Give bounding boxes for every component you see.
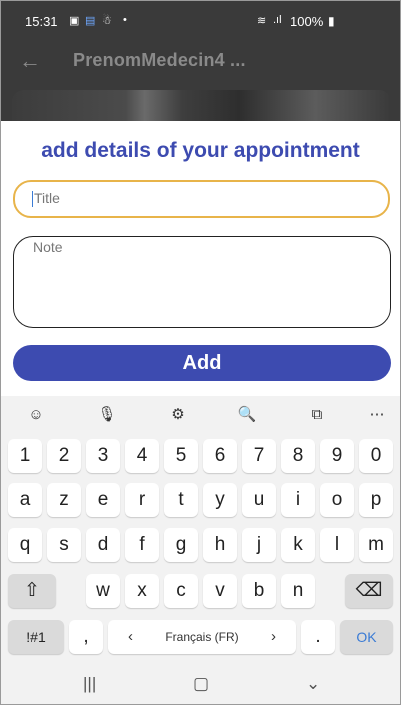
key-s[interactable]: s (47, 528, 81, 562)
back-nav-icon[interactable]: ⌄ (306, 674, 320, 694)
key-q[interactable]: q (8, 528, 42, 562)
key-n[interactable]: n (281, 574, 315, 608)
phone-screen: 15:31 ▣ ▤ ☃ • ≋ .ıl 100% ▮ ← PrenomMedec… (0, 0, 401, 705)
person-icon: ☃ (102, 15, 112, 27)
key-y[interactable]: y (203, 483, 237, 517)
key-4[interactable]: 4 (125, 439, 159, 473)
shift-key[interactable]: ⇧ (8, 574, 56, 608)
battery-percent: 100% (290, 14, 324, 29)
appointment-sheet: add details of your appointment Title No… (1, 121, 400, 396)
app-bar: ← PrenomMedecin4 ... (1, 39, 400, 83)
key-c[interactable]: c (164, 574, 198, 608)
key-b[interactable]: b (242, 574, 276, 608)
image-icon: ▣ (69, 15, 80, 27)
key-0[interactable]: 0 (359, 439, 393, 473)
key-i[interactable]: i (281, 483, 315, 517)
shift-icon: ⇧ (24, 580, 40, 601)
key-3[interactable]: 3 (86, 439, 120, 473)
title-input[interactable]: Title (13, 180, 390, 218)
key-o[interactable]: o (320, 483, 354, 517)
mic-icon[interactable]: 🎙 (94, 402, 120, 428)
settings-icon[interactable]: ⚙ (165, 402, 191, 428)
key-1[interactable]: 1 (8, 439, 42, 473)
translate-icon[interactable]: ⧉ (304, 402, 330, 428)
key-9[interactable]: 9 (320, 439, 354, 473)
emoji-icon[interactable]: ☺ (23, 402, 49, 428)
key-g[interactable]: g (164, 528, 198, 562)
key-h[interactable]: h (203, 528, 237, 562)
key-r[interactable]: r (125, 483, 159, 517)
search-icon[interactable]: 🔍 (234, 402, 260, 428)
keyboard-toolbar: ☺ 🎙 ⚙ 🔍 ⧉ ⋯ (1, 396, 400, 432)
add-button[interactable]: Add (13, 345, 391, 381)
system-nav-bar: ||| ▢ ⌄ (1, 664, 400, 704)
keyboard: ☺ 🎙 ⚙ 🔍 ⧉ ⋯ 1 2 3 4 5 6 7 8 9 0 a z e r … (1, 396, 400, 664)
dot-icon: • (123, 14, 127, 26)
key-j[interactable]: j (242, 528, 276, 562)
appbar-title: PrenomMedecin4 ... (73, 50, 246, 70)
space-key[interactable]: ‹ Français (FR) › (108, 620, 296, 654)
key-f[interactable]: f (125, 528, 159, 562)
space-right-arrow: › (271, 628, 276, 645)
period-key[interactable]: . (301, 620, 335, 654)
note-input[interactable]: Note (13, 236, 391, 328)
sheet-heading: add details of your appointment (41, 139, 360, 162)
key-z[interactable]: z (47, 483, 81, 517)
key-2[interactable]: 2 (47, 439, 81, 473)
key-x[interactable]: x (125, 574, 159, 608)
key-p[interactable]: p (359, 483, 393, 517)
signal-icon: .ıl (273, 14, 282, 26)
home-icon[interactable]: ▢ (193, 674, 209, 694)
ok-key[interactable]: OK (340, 620, 393, 654)
backspace-key[interactable]: ⌫ (345, 574, 393, 608)
key-t[interactable]: t (164, 483, 198, 517)
title-placeholder: Title (34, 190, 60, 206)
key-7[interactable]: 7 (242, 439, 276, 473)
key-5[interactable]: 5 (164, 439, 198, 473)
more-icon[interactable]: ⋯ (364, 402, 390, 428)
key-l[interactable]: l (320, 528, 354, 562)
key-k[interactable]: k (281, 528, 315, 562)
key-d[interactable]: d (86, 528, 120, 562)
app-icon: ▤ (85, 15, 96, 27)
key-m[interactable]: m (359, 528, 393, 562)
battery-icon: ▮ (328, 14, 335, 28)
comma-key[interactable]: , (69, 620, 103, 654)
space-left-arrow: ‹ (128, 628, 133, 645)
back-arrow-icon[interactable]: ← (19, 48, 41, 74)
recents-icon[interactable]: ||| (83, 674, 96, 694)
note-placeholder: Note (33, 239, 63, 255)
key-a[interactable]: a (8, 483, 42, 517)
key-w[interactable]: w (86, 574, 120, 608)
key-v[interactable]: v (203, 574, 237, 608)
text-caret (32, 191, 33, 207)
wifi-icon: ≋ (257, 15, 267, 27)
key-6[interactable]: 6 (203, 439, 237, 473)
symbols-key[interactable]: !#1 (8, 620, 64, 654)
backspace-icon: ⌫ (355, 580, 383, 601)
key-8[interactable]: 8 (281, 439, 315, 473)
key-e[interactable]: e (86, 483, 120, 517)
space-label: Français (FR) (165, 630, 239, 644)
status-time: 15:31 (25, 14, 58, 29)
status-bar: 15:31 ▣ ▤ ☃ • ≋ .ıl 100% ▮ (1, 1, 400, 39)
key-u[interactable]: u (242, 483, 276, 517)
